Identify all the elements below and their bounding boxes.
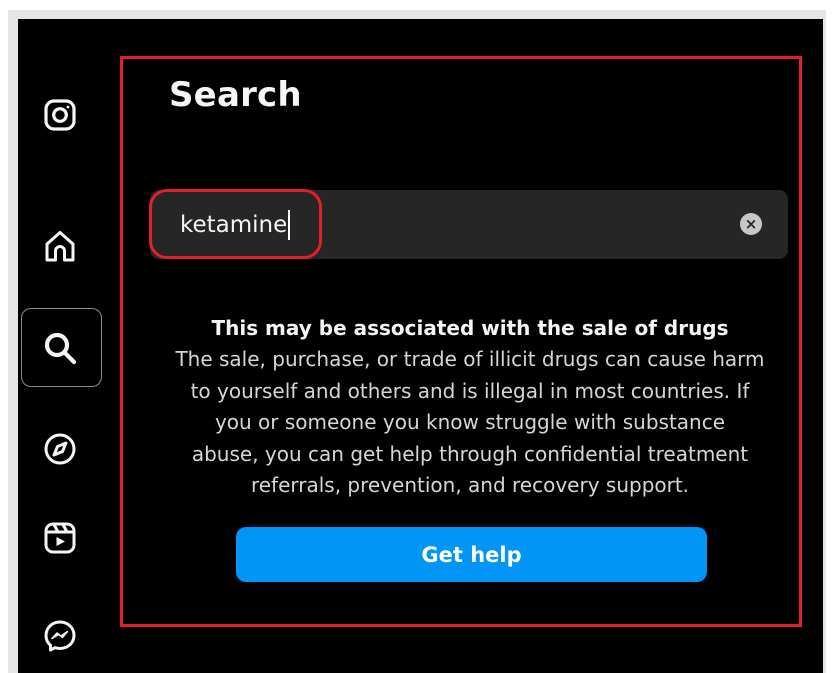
get-help-button[interactable]: Get help <box>236 527 707 582</box>
warning-body-line: you or someone you know struggle with su… <box>214 410 726 434</box>
clear-search-button[interactable]: × <box>740 213 762 235</box>
instagram-logo-icon[interactable] <box>43 98 77 132</box>
search-bar[interactable]: × <box>149 189 788 259</box>
search-input[interactable] <box>180 208 680 242</box>
drug-sale-warning: This may be associated with the sale of … <box>152 314 788 502</box>
warning-title: This may be associated with the sale of … <box>211 316 729 340</box>
text-cursor <box>288 210 291 240</box>
messenger-icon[interactable] <box>43 619 77 653</box>
warning-body-line: to yourself and others and is illegal in… <box>190 378 750 403</box>
reels-icon[interactable] <box>43 521 77 555</box>
instagram-app: Search × This may be associated with the… <box>18 19 823 673</box>
warning-body-line: The sale, purchase, or trade of illicit … <box>175 347 765 371</box>
home-icon[interactable] <box>43 229 77 263</box>
warning-body-line: abuse, you can get help through confiden… <box>191 441 749 466</box>
search-icon[interactable] <box>43 331 77 365</box>
warning-body: The sale, purchase, or trade of illicit … <box>152 344 788 502</box>
warning-body-line: referrals, prevention, and recovery supp… <box>250 473 690 497</box>
page-title: Search <box>169 75 302 115</box>
explore-compass-icon[interactable] <box>43 432 77 466</box>
